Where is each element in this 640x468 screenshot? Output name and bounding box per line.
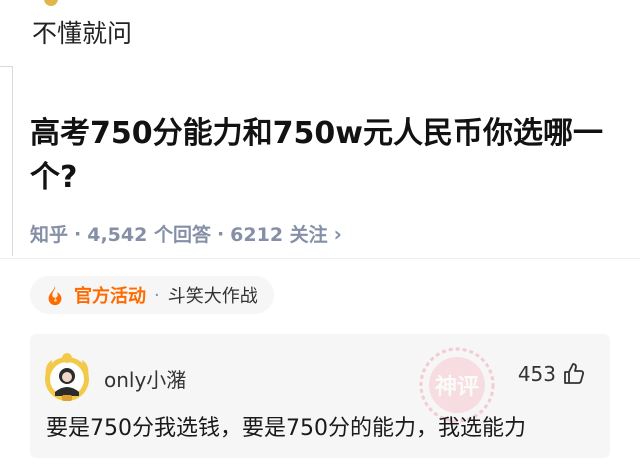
meta-separator: ·: [216, 222, 225, 245]
question-title[interactable]: 高考750分能力和750w元人民币你选哪一个?: [30, 112, 610, 200]
question-meta[interactable]: 知乎 · 4,542 个回答 · 6212 关注 ›: [30, 220, 342, 247]
activity-label: 官方活动: [74, 286, 146, 307]
comment-text: 要是750分我选钱，要是750分的能力，我选能力: [46, 416, 526, 441]
like-button[interactable]: 453: [518, 362, 586, 386]
previous-post[interactable]: 不懂就问: [0, 0, 640, 62]
thumbs-up-icon: [564, 363, 585, 384]
fire-icon: [48, 285, 62, 306]
comment-username[interactable]: only小潴: [104, 364, 186, 393]
answer-count: 4,542 个回答: [87, 224, 211, 246]
like-count: 453: [517, 362, 556, 386]
activity-tag[interactable]: 官方活动 · 斗笑大作战: [30, 276, 274, 314]
follow-count: 6212 关注: [230, 224, 328, 246]
chevron-right-icon: ›: [333, 221, 342, 246]
meta-separator: ·: [74, 222, 82, 245]
hot-comment[interactable]: 神评 only小潴 453 要是750分我选钱，要是750分的能力，我选能力: [30, 334, 610, 458]
avatar: [44, 0, 58, 6]
avatar[interactable]: [42, 352, 92, 402]
activity-name: 斗笑大作战: [167, 286, 258, 307]
source-label: 知乎: [30, 224, 69, 246]
post-text: 不懂就问: [32, 19, 133, 48]
stamp-text: 神评: [435, 374, 479, 400]
divider: [0, 258, 640, 259]
activity-separator: ·: [154, 284, 160, 306]
